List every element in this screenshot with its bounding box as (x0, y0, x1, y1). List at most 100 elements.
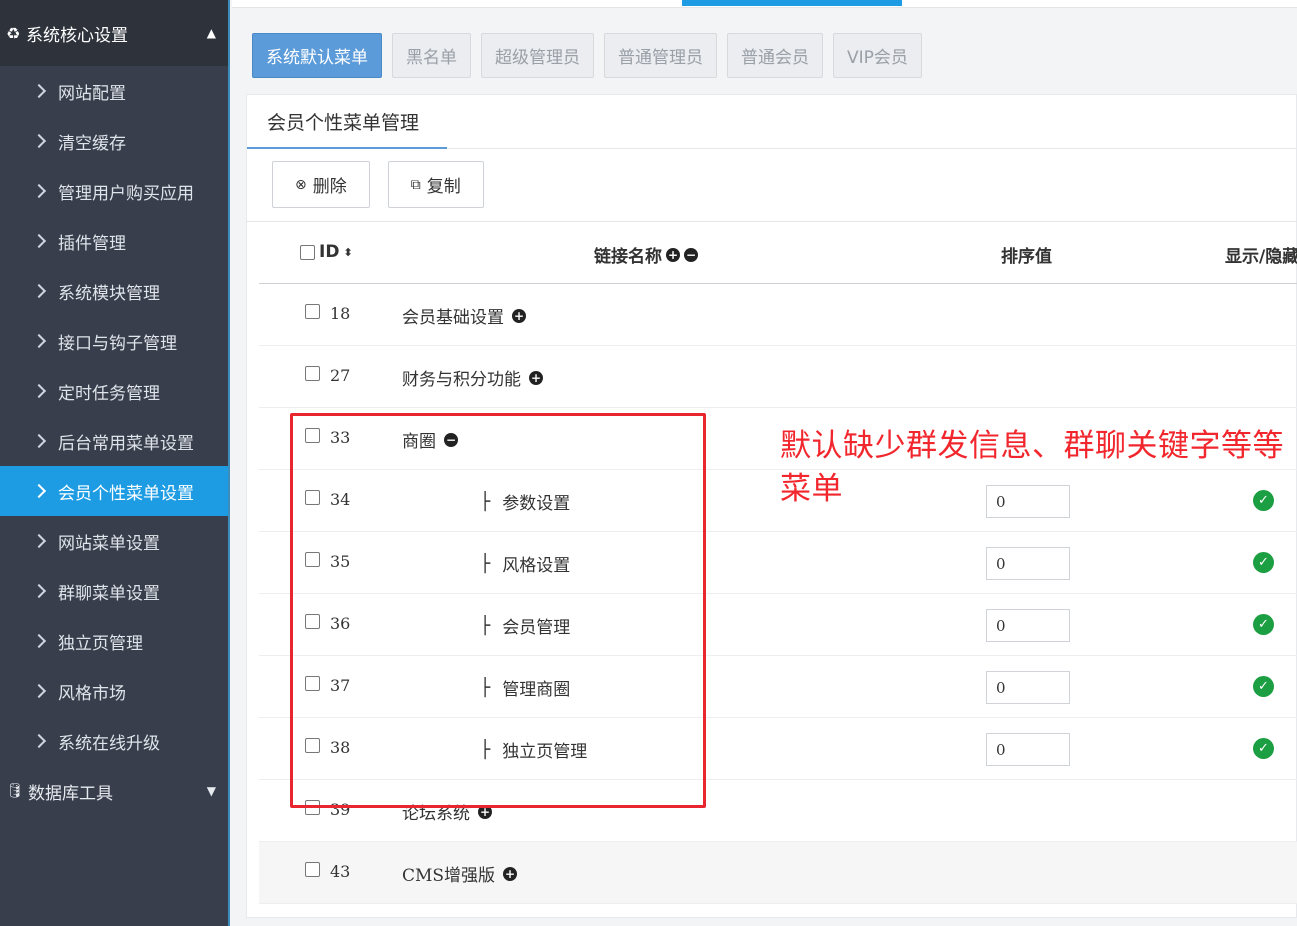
row-checkbox[interactable] (305, 738, 320, 753)
row-checkbox[interactable] (305, 366, 320, 381)
caret-down-icon: ▼ (206, 784, 216, 798)
role-tabs: 系统默认菜单 黑名单 超级管理员 普通管理员 普通会员 VIP会员 (252, 33, 922, 78)
row-name: 财务与积分功能 + (402, 365, 543, 390)
sidebar-item[interactable]: 网站菜单设置 (0, 516, 228, 566)
tab[interactable]: 普通管理员 (604, 33, 717, 78)
top-strip (232, 0, 1297, 8)
row-checkbox[interactable] (305, 490, 320, 505)
row-name-label: CMS增强版 (402, 866, 496, 886)
sidebar-item-label: 群聊菜单设置 (58, 583, 160, 604)
sidebar-item[interactable]: 插件管理 (0, 216, 228, 266)
sidebar-item[interactable]: 会员个性菜单设置 (0, 466, 228, 516)
row-name: ├ 会员管理 (480, 613, 570, 639)
header-name-label: 链接名称 (594, 247, 662, 267)
collapse-minus-icon[interactable]: − (444, 432, 458, 447)
row-checkbox[interactable] (305, 428, 320, 443)
chevron-right-icon (31, 283, 47, 299)
table-row: 43 CMS增强版 + (259, 842, 1297, 904)
sidebar-item[interactable]: 管理用户购买应用 (0, 166, 228, 216)
sidebar-item[interactable]: 清空缓存 (0, 116, 228, 166)
check-circle-icon[interactable]: ✓ (1253, 614, 1274, 635)
row-name: CMS增强版 + (402, 861, 518, 886)
select-all-checkbox[interactable] (300, 244, 315, 260)
row-id: 34 (330, 490, 351, 509)
sidebar-item-label: 风格市场 (58, 683, 126, 704)
sidebar-item[interactable]: 网站配置 (0, 66, 228, 116)
row-name-label: 风格设置 (502, 556, 571, 576)
panel-title: 会员个性菜单管理 (247, 95, 1296, 149)
sidebar-item[interactable]: 后台常用菜单设置 (0, 416, 228, 466)
sidebar-item[interactable]: 接口与钩子管理 (0, 316, 228, 366)
sidebar-item[interactable]: 定时任务管理 (0, 366, 228, 416)
plus-circle-icon[interactable]: + (666, 247, 680, 262)
sidebar-item-label: 独立页管理 (58, 633, 143, 654)
database-icon: 🛢 (6, 783, 24, 799)
chevron-right-icon (31, 583, 47, 599)
tree-branch-icon: ├ (480, 491, 491, 512)
row-name-label: 参数设置 (502, 494, 571, 514)
table-row: 37 ├ 管理商圈 ✓ (259, 656, 1297, 718)
row-id: 39 (330, 800, 351, 819)
sidebar-item-label: 系统模块管理 (58, 283, 160, 304)
expand-plus-icon[interactable]: + (478, 804, 492, 819)
header-sort: 排序值 (1001, 242, 1052, 267)
sidebar-item-label: 后台常用菜单设置 (58, 433, 194, 454)
row-checkbox[interactable] (305, 862, 320, 877)
sidebar-item[interactable]: 群聊菜单设置 (0, 566, 228, 616)
sort-input[interactable] (986, 671, 1070, 704)
row-checkbox[interactable] (305, 304, 320, 319)
row-checkbox[interactable] (305, 800, 320, 815)
sidebar-item[interactable]: 独立页管理 (0, 616, 228, 666)
chevron-right-icon (31, 533, 47, 549)
tab[interactable]: 黑名单 (392, 33, 471, 78)
row-name-label: 论坛系统 (402, 804, 470, 824)
row-id: 37 (330, 676, 351, 695)
header-id[interactable]: ID ⬍ (300, 242, 353, 262)
row-checkbox[interactable] (305, 614, 320, 629)
sort-input[interactable] (986, 733, 1070, 766)
chevron-right-icon (31, 633, 47, 649)
chevron-right-icon (31, 483, 47, 499)
tab[interactable]: VIP会员 (833, 33, 922, 78)
tab[interactable]: 系统默认菜单 (252, 33, 382, 78)
row-name: 会员基础设置 + (402, 303, 526, 328)
row-id: 36 (330, 614, 351, 633)
sidebar-item[interactable]: 风格市场 (0, 666, 228, 716)
sidebar-section-database[interactable]: 🛢 数据库工具 ▼ (0, 766, 228, 816)
row-name: ├ 独立页管理 (480, 737, 587, 763)
top-active-indicator (682, 0, 902, 6)
expand-plus-icon[interactable]: + (503, 866, 518, 881)
expand-plus-icon[interactable]: + (529, 370, 543, 385)
sort-input[interactable] (986, 609, 1070, 642)
check-circle-icon[interactable]: ✓ (1253, 552, 1274, 573)
delete-button[interactable]: ⊗ 删除 (272, 161, 370, 208)
tree-branch-icon: ├ (480, 677, 491, 698)
tab[interactable]: 超级管理员 (481, 33, 594, 78)
sort-input[interactable] (986, 547, 1070, 580)
expand-plus-icon[interactable]: + (512, 308, 526, 323)
caret-up-icon: ▲ (206, 26, 216, 40)
row-checkbox[interactable] (305, 552, 320, 567)
row-name-label: 商圈 (402, 432, 436, 452)
check-circle-icon[interactable]: ✓ (1253, 676, 1274, 697)
chevron-right-icon (31, 433, 47, 449)
row-id: 18 (330, 304, 351, 323)
row-id: 33 (330, 428, 351, 447)
minus-circle-icon[interactable]: − (684, 247, 698, 262)
sidebar-item[interactable]: 系统在线升级 (0, 716, 228, 766)
sidebar-item[interactable]: 系统模块管理 (0, 266, 228, 316)
sidebar-item-label: 系统在线升级 (58, 733, 160, 754)
row-name-label: 管理商圈 (502, 680, 571, 700)
sidebar-section-core[interactable]: ♻ 系统核心设置 ▲ (0, 0, 228, 66)
chevron-right-icon (31, 233, 47, 249)
sidebar-item-label: 网站配置 (58, 83, 126, 104)
sidebar-section-title: 数据库工具 (28, 783, 113, 804)
table-row: 36 ├ 会员管理 ✓ (259, 594, 1297, 656)
row-checkbox[interactable] (305, 676, 320, 691)
row-name: ├ 风格设置 (480, 551, 571, 577)
recycle-icon: ♻ (6, 23, 21, 43)
copy-button[interactable]: ⧉ 复制 (387, 161, 484, 208)
check-circle-icon[interactable]: ✓ (1253, 738, 1274, 759)
annotation-text: 默认缺少群发信息、群聊关键字等等菜单 (780, 428, 1284, 507)
tab[interactable]: 普通会员 (727, 33, 823, 78)
